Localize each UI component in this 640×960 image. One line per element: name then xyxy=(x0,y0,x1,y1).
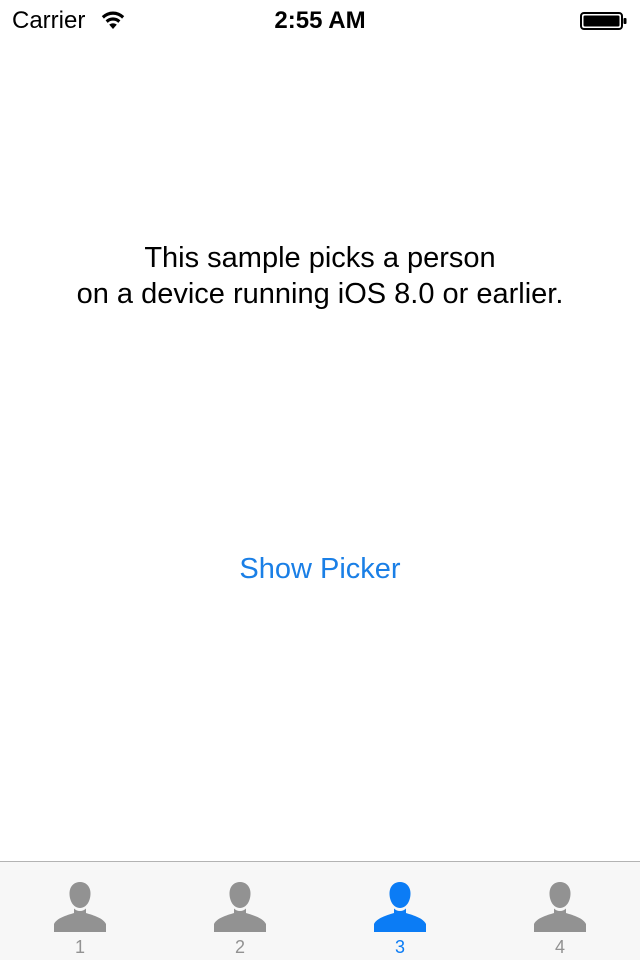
tab-label: 3 xyxy=(394,937,405,957)
screen: Carrier 2:55 AM This sample picks a pers… xyxy=(0,0,640,960)
person-icon xyxy=(214,882,266,932)
person-icon xyxy=(54,882,106,932)
description-line-1: This sample picks a person xyxy=(144,242,496,274)
tab-3[interactable]: 3 xyxy=(320,862,480,960)
status-time: 2:55 AM xyxy=(274,7,366,34)
tab-1[interactable]: 1 xyxy=(0,862,160,960)
description-text: This sample picks a person on a device r… xyxy=(0,240,640,312)
person-icon xyxy=(534,882,586,932)
status-bar: Carrier 2:55 AM xyxy=(0,0,640,40)
tab-bar: 1 2 3 4 xyxy=(0,861,640,960)
tab-label: 2 xyxy=(234,937,245,957)
person-icon xyxy=(374,882,426,932)
tab-label: 4 xyxy=(554,937,565,957)
show-picker-button[interactable]: Show Picker xyxy=(0,551,640,587)
tab-4[interactable]: 4 xyxy=(480,862,640,960)
tab-2[interactable]: 2 xyxy=(160,862,320,960)
battery-full-icon xyxy=(580,12,627,30)
description-line-2: on a device running iOS 8.0 or earlier. xyxy=(76,278,564,310)
tab-label: 1 xyxy=(74,937,85,957)
